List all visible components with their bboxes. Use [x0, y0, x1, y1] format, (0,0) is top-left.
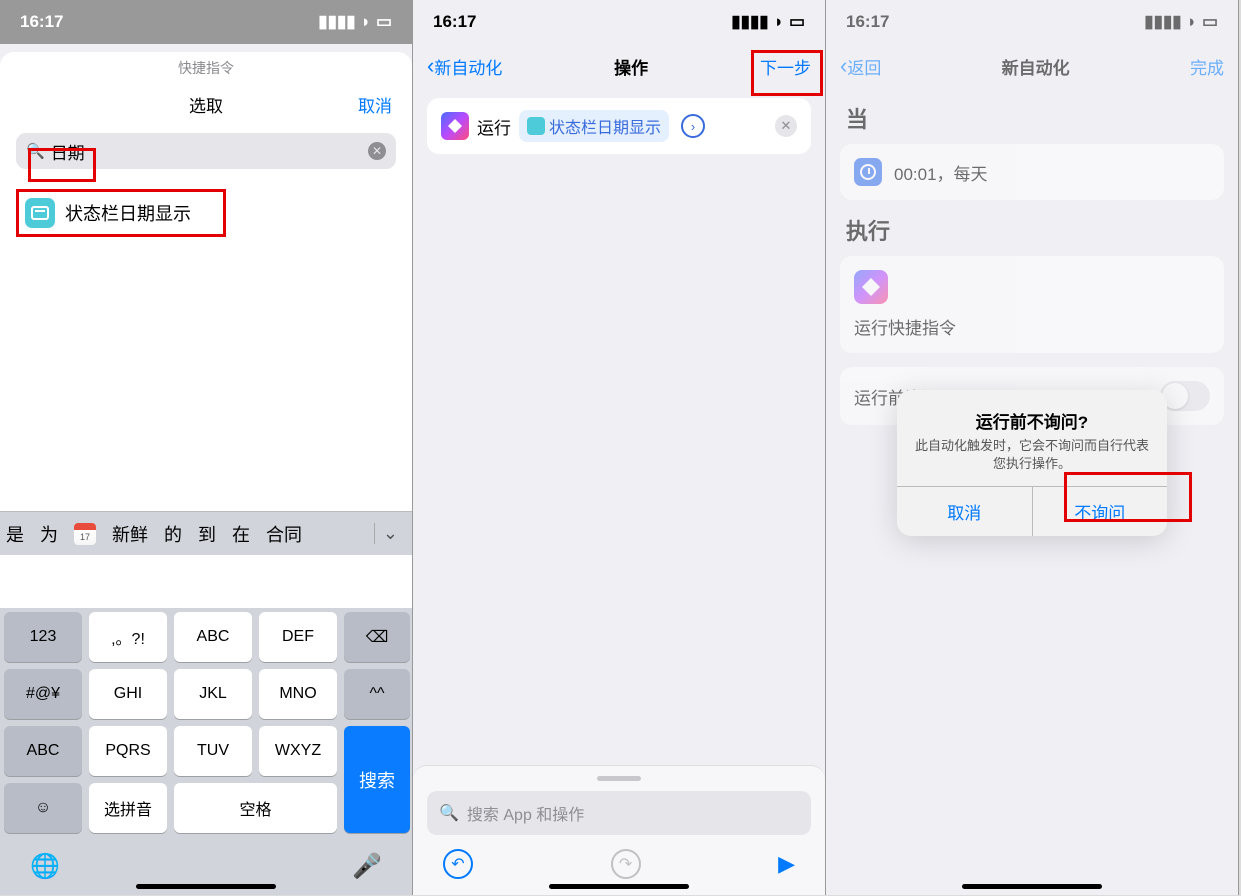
battery-icon: ▭	[1202, 12, 1218, 32]
action-search[interactable]: 🔍 搜索 App 和操作	[427, 791, 811, 835]
search-icon: 🔍	[439, 803, 459, 823]
key-emoji[interactable]: ☺	[4, 783, 82, 833]
status-icons: ▮▮▮▮ ◗ ▭	[731, 12, 805, 32]
key-backspace[interactable]: ⌫	[344, 612, 410, 662]
key-symbols[interactable]: #@¥	[4, 669, 82, 719]
key-face[interactable]: ^^	[344, 669, 410, 719]
play-icon[interactable]: ▶	[778, 851, 795, 877]
undo-icon[interactable]: ↶	[443, 849, 473, 879]
delete-action-icon[interactable]: ✕	[775, 115, 797, 137]
back-button[interactable]: ‹ 返回	[840, 53, 881, 79]
candidate[interactable]: 是	[6, 521, 24, 547]
key-abc[interactable]: ABC	[174, 612, 252, 662]
candidate[interactable]: 的	[164, 521, 182, 547]
signal-icon: ▮▮▮▮	[731, 12, 768, 32]
show-more-icon[interactable]: ›	[681, 114, 705, 138]
globe-icon[interactable]: 🌐	[30, 852, 60, 881]
shortcuts-app-icon	[854, 270, 888, 304]
key-def[interactable]: DEF	[259, 612, 337, 662]
done-button[interactable]: 完成	[1190, 54, 1224, 79]
key-pqrs[interactable]: PQRS	[89, 726, 167, 776]
candidate[interactable]: 合同	[266, 521, 302, 547]
key-space[interactable]: 空格	[174, 783, 337, 833]
backspace-icon: ⌫	[366, 627, 389, 647]
action-card[interactable]: 运行 状态栏日期显示 › ✕	[427, 98, 811, 154]
home-indicator	[136, 884, 276, 889]
trigger-text: 00:01，每天	[894, 160, 988, 185]
calendar-candidate-icon[interactable]: 17	[74, 523, 96, 545]
redo-icon: ↷	[611, 849, 641, 879]
search-input[interactable]	[51, 141, 362, 161]
status-icons: ▮▮▮▮ ◗ ▭	[318, 12, 392, 32]
shortcut-icon	[25, 198, 55, 228]
result-label: 状态栏日期显示	[65, 200, 191, 226]
candidate[interactable]: 在	[232, 521, 250, 547]
keyboard: 123 ,。?! ABC DEF ⌫ #@¥ GHI JKL MNO ^^ AB…	[0, 608, 412, 837]
alert-confirm-button[interactable]: 不询问	[1033, 487, 1168, 536]
action-cell[interactable]: 运行快捷指令	[840, 256, 1224, 353]
search-field[interactable]: 🔍 ✕	[16, 133, 396, 169]
candidate[interactable]: 为	[40, 521, 58, 547]
search-result-row[interactable]: 状态栏日期显示	[16, 189, 226, 237]
wifi-icon: ◗	[361, 12, 371, 32]
shortcut-pill[interactable]: 状态栏日期显示	[519, 110, 669, 142]
clock-icon	[854, 158, 882, 186]
do-section-label: 执行	[846, 214, 1218, 246]
status-time: 16:17	[20, 12, 63, 32]
select-title: 选取	[189, 92, 223, 117]
key-search[interactable]: 搜索	[344, 726, 410, 833]
action-text: 运行快捷指令	[854, 314, 956, 339]
signal-icon: ▮▮▮▮	[1144, 12, 1181, 32]
chevron-left-icon: ‹	[427, 53, 434, 79]
candidate[interactable]: 新鲜	[112, 521, 148, 547]
clear-icon[interactable]: ✕	[368, 142, 386, 160]
battery-icon: ▭	[789, 12, 805, 32]
key-pinyin[interactable]: 选拼音	[89, 783, 167, 833]
status-time: 16:17	[846, 12, 889, 32]
cancel-button[interactable]: 取消	[358, 92, 392, 117]
key-mno[interactable]: MNO	[259, 669, 337, 719]
search-placeholder: 搜索 App 和操作	[467, 801, 584, 825]
page-title: 新自动化	[1002, 54, 1070, 79]
run-label: 运行	[477, 114, 511, 139]
trigger-cell[interactable]: 00:01，每天	[840, 144, 1224, 200]
alert-title: 运行前不询问?	[913, 408, 1151, 433]
mic-icon[interactable]: 🎤	[352, 852, 382, 881]
bottom-sheet[interactable]: 🔍 搜索 App 和操作 ↶ ↷ ▶	[413, 765, 825, 895]
chevron-left-icon: ‹	[840, 53, 847, 79]
alert-message: 此自动化触发时，它会不询问而自行代表您执行操作。	[913, 437, 1151, 472]
key-jkl[interactable]: JKL	[174, 669, 252, 719]
search-icon: 🔍	[26, 142, 45, 160]
expand-candidates-icon[interactable]: ⌄	[374, 523, 406, 544]
drag-handle-icon[interactable]	[597, 776, 641, 781]
key-123[interactable]: 123	[4, 612, 82, 662]
key-punct[interactable]: ,。?!	[89, 612, 167, 662]
shortcuts-app-icon	[441, 112, 469, 140]
key-ghi[interactable]: GHI	[89, 669, 167, 719]
battery-icon: ▭	[376, 12, 392, 32]
confirm-alert: 运行前不询问? 此自动化触发时，它会不询问而自行代表您执行操作。 取消 不询问	[897, 390, 1167, 536]
home-indicator	[549, 884, 689, 889]
signal-icon: ▮▮▮▮	[318, 12, 355, 32]
app-title: 快捷指令	[0, 52, 412, 78]
alert-cancel-button[interactable]: 取消	[897, 487, 1033, 536]
toggle-switch[interactable]	[1160, 381, 1210, 411]
page-title: 操作	[614, 54, 648, 79]
wifi-icon: ◗	[774, 12, 784, 32]
emoji-icon: ☺	[35, 799, 51, 817]
wifi-icon: ◗	[1187, 12, 1197, 32]
key-abc-mode[interactable]: ABC	[4, 726, 82, 776]
next-button[interactable]: 下一步	[760, 54, 811, 79]
key-tuv[interactable]: TUV	[174, 726, 252, 776]
status-icons: ▮▮▮▮ ◗ ▭	[1144, 12, 1218, 32]
when-section-label: 当	[846, 102, 1218, 134]
keyboard-candidate-bar[interactable]: 是 为 17 新鲜 的 到 在 合同 ⌄	[0, 511, 412, 555]
home-indicator	[962, 884, 1102, 889]
back-button[interactable]: ‹ 新自动化	[427, 53, 502, 79]
key-wxyz[interactable]: WXYZ	[259, 726, 337, 776]
candidate[interactable]: 到	[198, 521, 216, 547]
status-time: 16:17	[433, 12, 476, 32]
pill-icon	[527, 117, 545, 135]
